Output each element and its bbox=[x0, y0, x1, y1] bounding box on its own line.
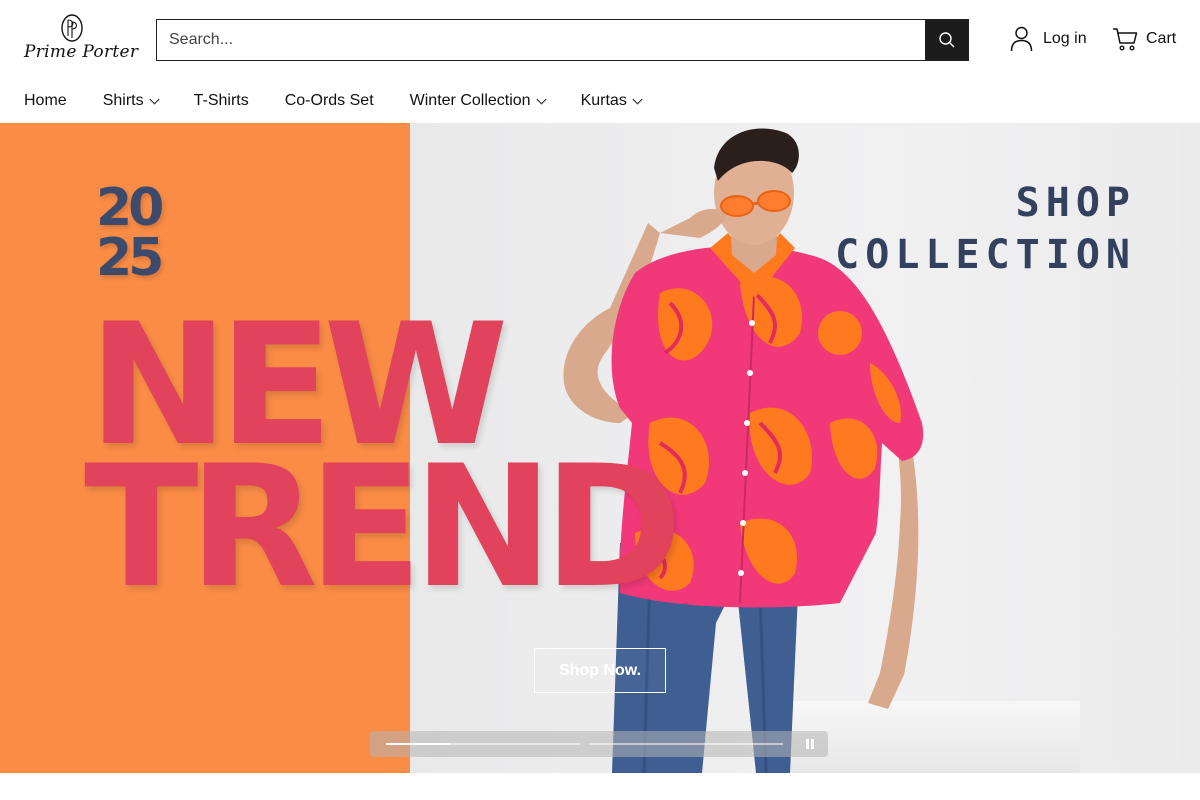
hero-tagline: SHOP COLLECTION bbox=[835, 177, 1136, 281]
hero-tagline-line1: SHOP bbox=[1015, 180, 1136, 226]
site-header: Prime Porter Log in Cart bbox=[0, 0, 1200, 80]
nav-item-label: Home bbox=[24, 92, 67, 109]
search-bar bbox=[156, 19, 969, 61]
cart-link[interactable]: Cart bbox=[1112, 26, 1176, 52]
brand-logo[interactable]: Prime Porter bbox=[22, 14, 138, 68]
nav-item-label: T-Shirts bbox=[193, 92, 249, 109]
main-nav: Home Shirts T-Shirts Co-Ords Set Winter … bbox=[24, 90, 677, 112]
monogram-icon bbox=[61, 14, 83, 42]
brand-name: Prime Porter bbox=[24, 42, 139, 62]
pause-button[interactable] bbox=[804, 738, 816, 750]
hero-banner[interactable]: 20 25 NEW TREND SHOP COLLECTION Shop Now… bbox=[0, 123, 1200, 773]
chevron-down-icon bbox=[536, 94, 547, 104]
hero-headline-line2: TREND bbox=[84, 429, 683, 625]
search-input[interactable] bbox=[157, 20, 925, 60]
chevron-down-icon bbox=[149, 94, 160, 104]
cart-icon bbox=[1113, 28, 1138, 51]
hero-year-top: 20 bbox=[96, 178, 164, 238]
slide-progress-fill bbox=[386, 743, 451, 745]
nav-item-winter-collection[interactable]: Winter Collection bbox=[409, 92, 547, 110]
hero-year-bottom: 25 bbox=[96, 228, 164, 288]
nav-item-co-ords-set[interactable]: Co-Ords Set bbox=[285, 92, 374, 110]
slide-progress-1[interactable] bbox=[386, 743, 580, 745]
login-label: Log in bbox=[1043, 30, 1087, 47]
nav-item-label: Kurtas bbox=[580, 92, 627, 109]
shop-now-button[interactable]: Shop Now. bbox=[534, 648, 666, 693]
cart-label: Cart bbox=[1146, 30, 1177, 47]
nav-item-tshirts[interactable]: T-Shirts bbox=[194, 92, 249, 110]
user-icon bbox=[1010, 26, 1033, 52]
pause-icon bbox=[811, 739, 814, 749]
slideshow-controls bbox=[370, 731, 828, 757]
nav-item-label: Winter Collection bbox=[409, 92, 531, 109]
nav-item-label: Co-Ords Set bbox=[284, 92, 374, 109]
pause-icon bbox=[806, 739, 809, 749]
slide-progress-2[interactable] bbox=[589, 743, 783, 745]
search-icon bbox=[938, 32, 954, 48]
nav-item-home[interactable]: Home bbox=[24, 92, 67, 110]
nav-item-kurtas[interactable]: Kurtas bbox=[580, 92, 643, 110]
nav-item-label: Shirts bbox=[102, 92, 144, 109]
nav-item-shirts[interactable]: Shirts bbox=[102, 92, 160, 110]
hero-year: 20 25 bbox=[96, 178, 206, 288]
chevron-down-icon bbox=[632, 94, 643, 104]
search-button[interactable] bbox=[925, 20, 968, 60]
login-link[interactable]: Log in bbox=[1010, 26, 1087, 52]
hero-tagline-line2: COLLECTION bbox=[835, 232, 1136, 278]
